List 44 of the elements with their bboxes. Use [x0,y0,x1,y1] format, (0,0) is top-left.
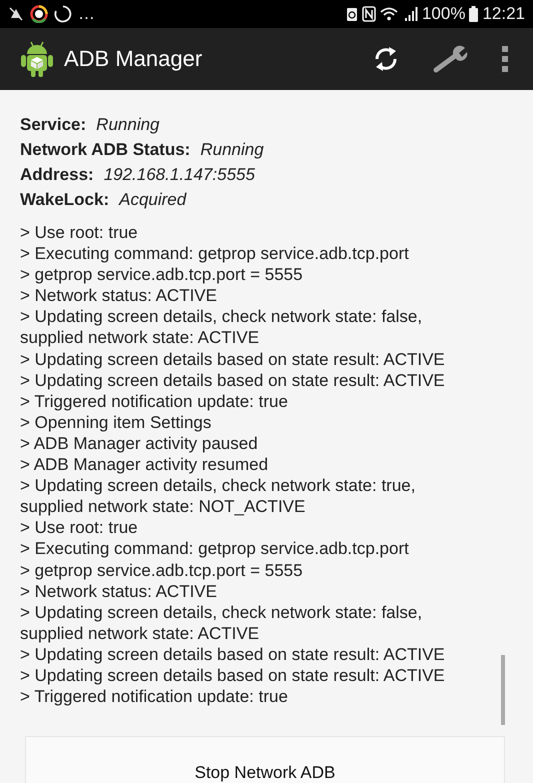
stop-network-adb-button[interactable]: Stop Network ADB [25,736,505,783]
log-line: > Updating screen details, check network state: true, supplied network state: NOT_ACTIVE [20,475,416,518]
log-line: > Updating screen details based on state result: ACTIVE [20,664,446,686]
status-value: Running [200,140,264,159]
log-line: > Network status: ACTIVE [20,580,218,602]
more-notifications-indicator: … [78,4,95,24]
log-line: > getprop service.adb.tcp.port = 5555 [20,560,304,581]
log-line: > Updating screen details based on state result: ACTIVE [20,348,446,370]
nfc-icon [362,6,376,22]
battery-percentage: 100% [422,4,466,24]
log-line: > Updating screen details based on state result: ACTIVE [20,370,446,391]
log-line: > Use root: true [20,517,139,538]
status-value: Acquired [119,190,186,209]
android-robot-icon [20,40,54,78]
log-line: > Triggered notification update: true [20,686,289,708]
clock: 12:21 [482,4,525,24]
loading-icon [54,5,72,23]
more-options-icon [501,45,509,73]
browser-icon [30,5,48,23]
log-line: > getprop service.adb.tcp.port = 5555 [20,264,304,286]
log-line: > Updating screen details based on state result: ACTIVE [20,644,446,665]
status-label: Network ADB Status: [20,140,190,159]
log-line: > Updating screen details, check network state: false, supplied network state: ACTIVE [20,602,424,644]
log-line: > Executing command: getprop service.adb.tcp.port [20,538,410,560]
status-label: WakeLock: [20,190,110,209]
battery-icon [469,6,478,22]
wrench-icon [433,44,469,74]
scrollbar [501,655,505,725]
log-line: > Executing command: getprop service.adb.tcp.port [20,243,410,264]
log-line: > Updating screen details, check network state: false, supplied network state: ACTIVE [20,306,424,349]
log-line: > Triggered notification update: true [20,390,289,412]
muted-notification-icon [8,6,24,22]
status-value: Running [96,115,160,134]
status-value: 192.168.1.147:5555 [104,165,255,184]
log-line: > ADB Manager activity resumed [20,454,270,476]
log-line: > Use root: true [20,222,139,244]
status-label: Service: [20,115,86,134]
signal-icon [404,6,418,22]
log-line: > Openning item Settings [20,412,212,433]
wifi-icon [380,6,400,22]
log-line: > ADB Manager activity paused [20,432,259,454]
app-title: ADB Manager [64,46,202,72]
log-line: > Network status: ACTIVE [20,285,218,306]
status-label: Address: [20,165,94,184]
